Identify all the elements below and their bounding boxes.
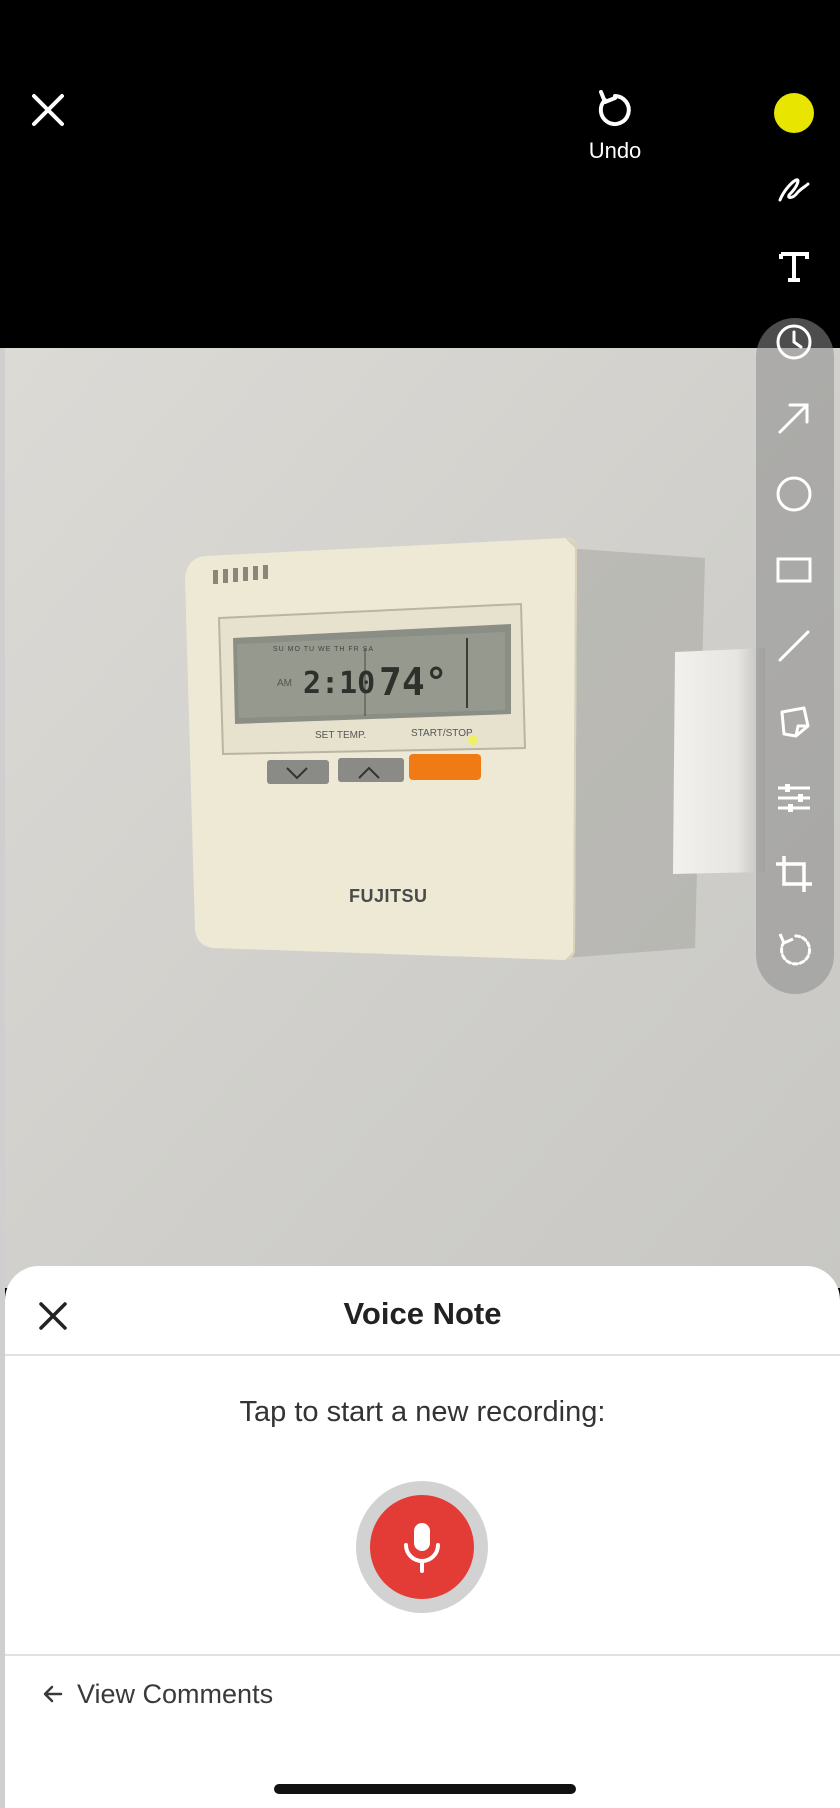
brand-logo: FUJITSU <box>349 886 428 906</box>
set-temp-label: SET TEMP. <box>315 730 367 741</box>
close-icon[interactable] <box>28 90 68 130</box>
circle-icon[interactable] <box>766 466 822 522</box>
undo-label: Undo <box>588 138 642 163</box>
divider <box>5 1354 840 1356</box>
divider <box>5 1654 840 1656</box>
freehand-draw-icon[interactable] <box>766 162 822 218</box>
annotation-screen: Undo SU MO TU WE TH FR SA AM 2:10 74° SE… <box>0 0 840 1808</box>
start-stop-label: START/STOP <box>411 728 473 739</box>
undo-icon <box>598 90 631 126</box>
lcd-days: SU MO TU WE TH FR SA <box>273 646 375 653</box>
view-comments-link[interactable]: View Comments <box>41 1674 273 1714</box>
lcd-time: 2:10 <box>303 666 376 701</box>
recording-prompt: Tap to start a new recording: <box>239 1396 606 1428</box>
lcd-temp: 74° <box>379 660 448 704</box>
record-button-inner[interactable] <box>370 1495 474 1599</box>
adjust-sliders-icon[interactable] <box>766 770 822 826</box>
photo-canvas[interactable]: SU MO TU WE TH FR SA AM 2:10 74° SET TEM… <box>5 348 840 1288</box>
rectangle-icon[interactable] <box>766 542 822 598</box>
sticky-note-icon[interactable] <box>766 694 822 750</box>
lcd-am: AM <box>277 678 292 689</box>
undo-button[interactable]: Undo <box>560 88 670 178</box>
view-comments-label: View Comments <box>77 1678 274 1709</box>
color-picker[interactable] <box>774 93 814 133</box>
arrow-left-icon <box>43 1685 63 1703</box>
microphone-icon <box>404 1523 440 1573</box>
rotate-icon[interactable] <box>766 922 822 978</box>
arrow-icon[interactable] <box>766 390 822 446</box>
record-button[interactable] <box>356 1481 488 1613</box>
voice-note-sheet: Voice Note Tap to start a new recording:… <box>5 1266 840 1808</box>
clock-icon[interactable] <box>766 314 822 370</box>
text-icon[interactable] <box>766 238 822 294</box>
line-icon[interactable] <box>766 618 822 674</box>
top-bar: Undo <box>0 0 840 348</box>
sheet-title: Voice Note <box>343 1296 502 1331</box>
crop-icon[interactable] <box>766 846 822 902</box>
home-indicator <box>274 1784 576 1794</box>
